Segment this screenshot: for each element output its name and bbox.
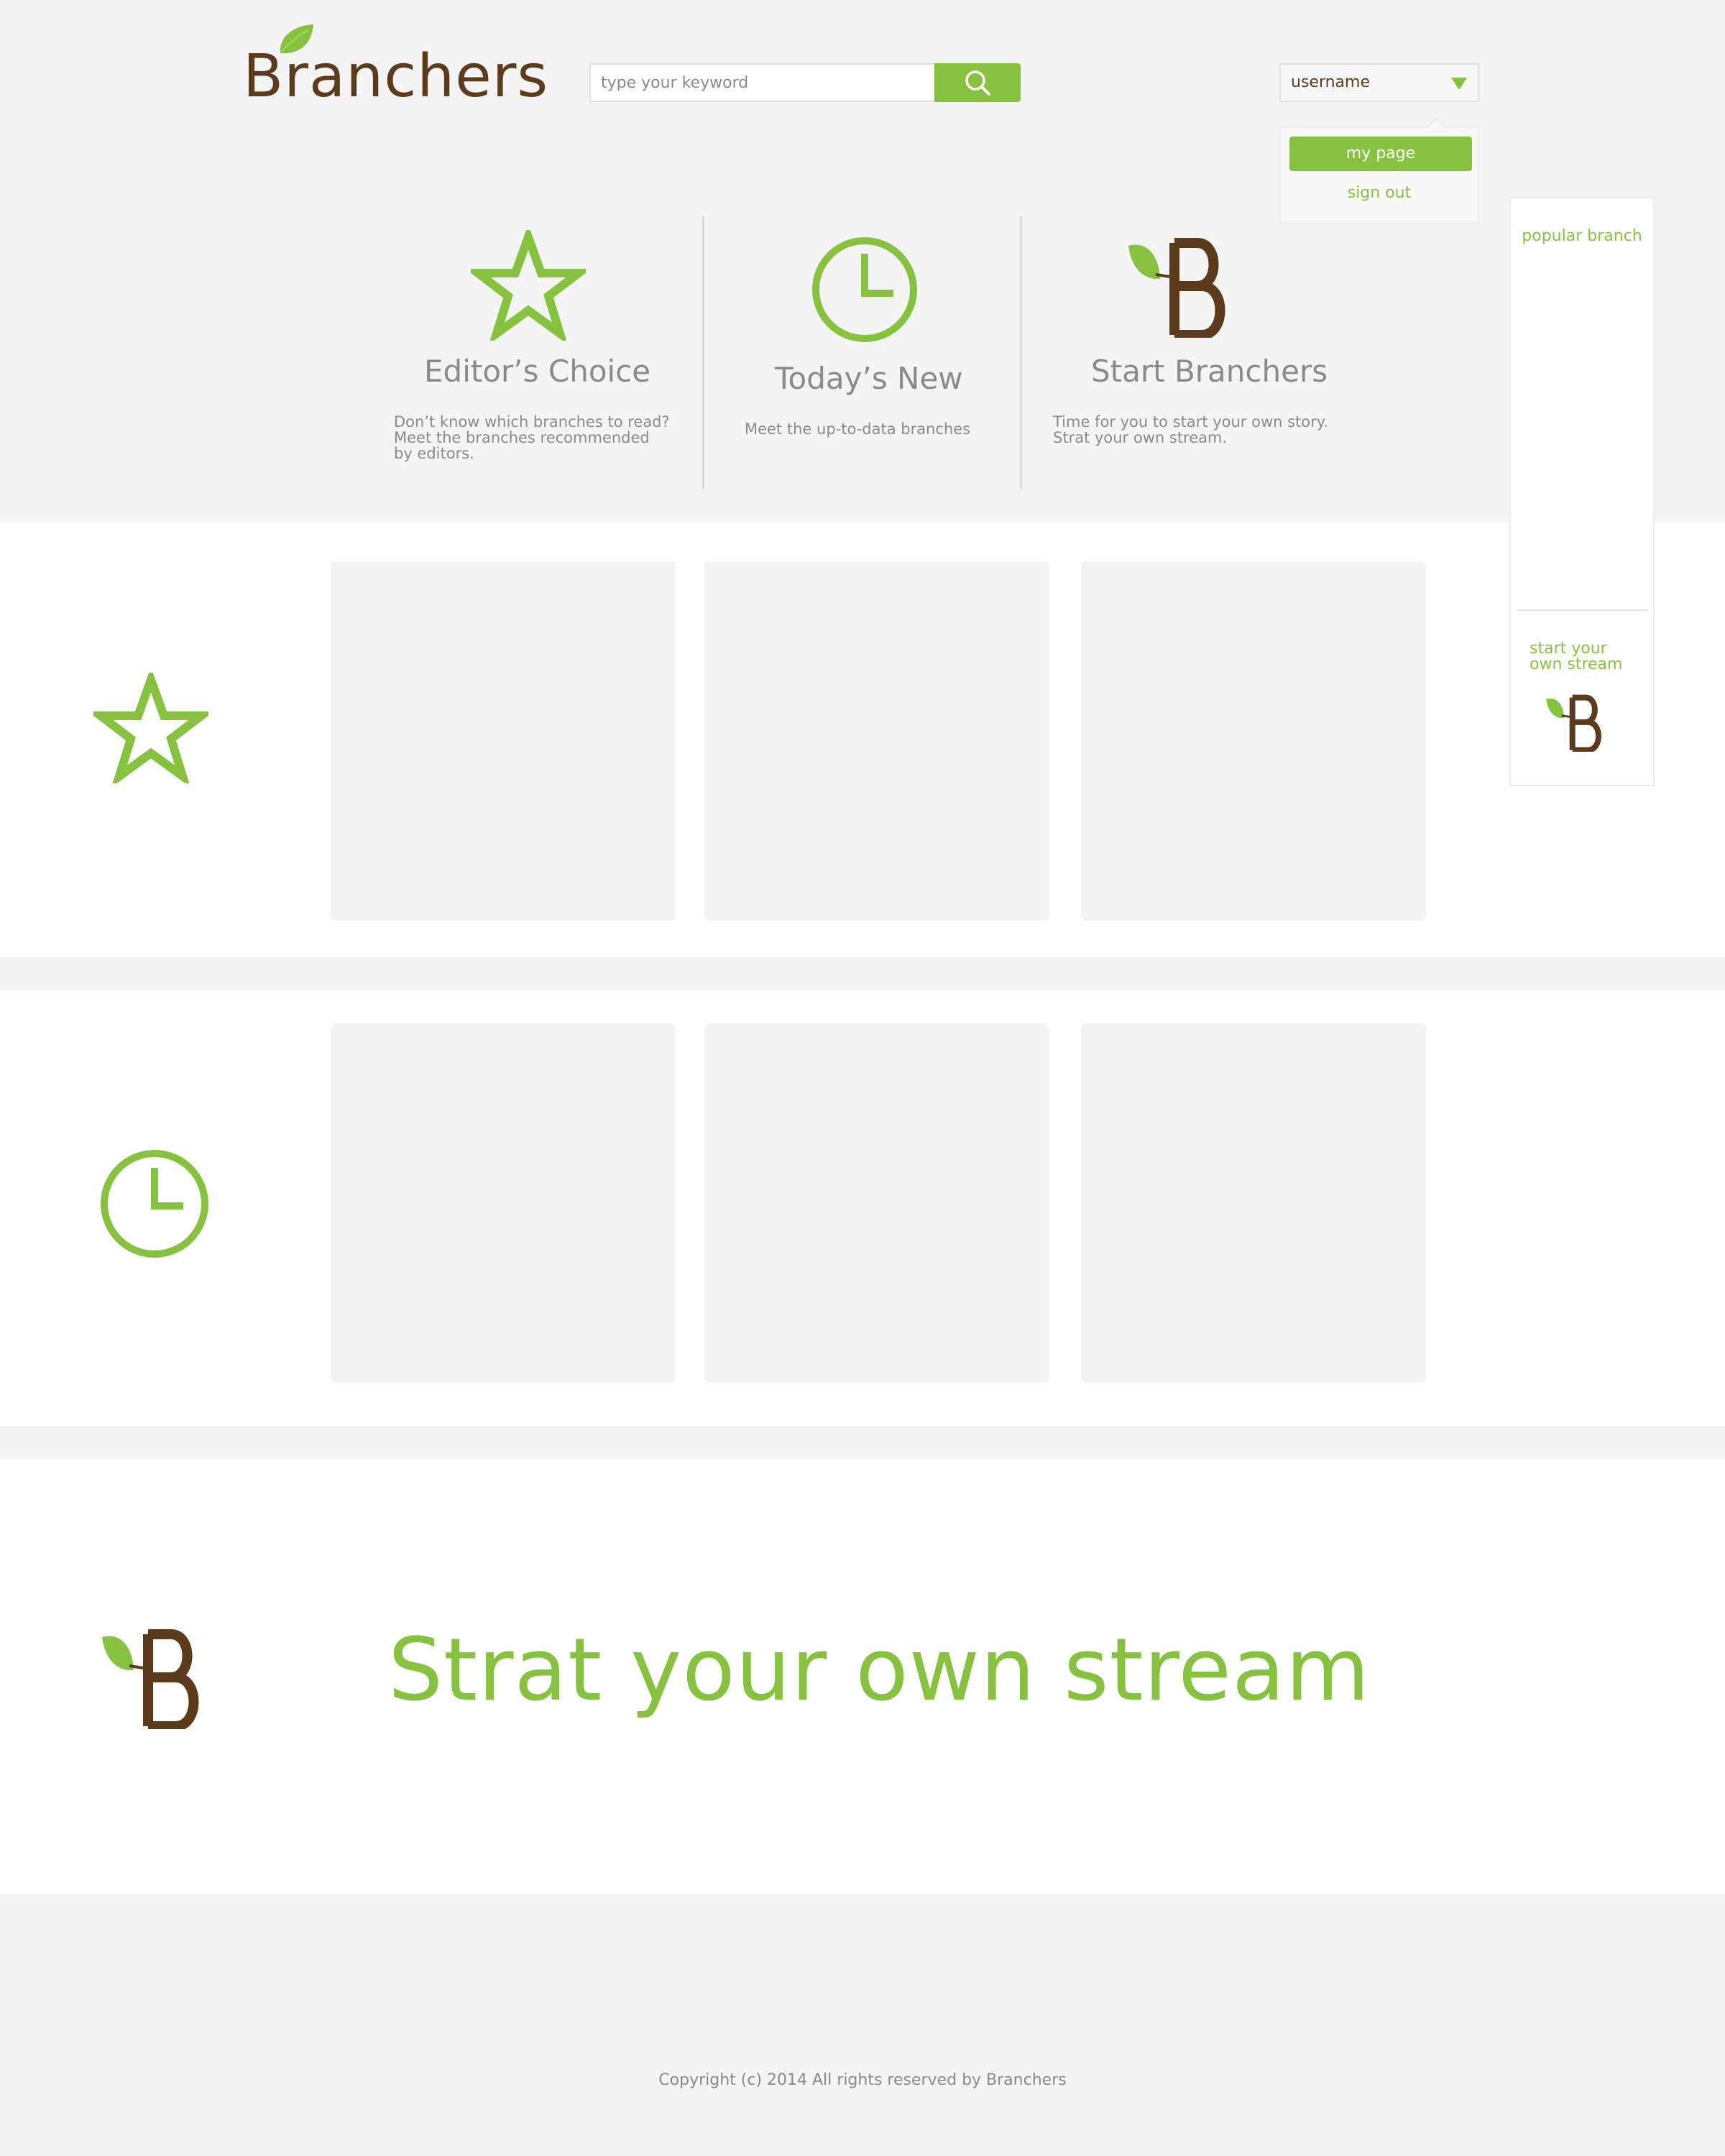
user-dropdown[interactable]: username <box>1279 63 1479 102</box>
feature-desc: Don’t know which branches to read? Meet … <box>394 413 670 462</box>
sidebar-title: popular branch <box>1522 227 1642 245</box>
branch-card[interactable] <box>331 561 676 921</box>
feature-editors-choice[interactable]: Editor’s Choice Don’t know which branche… <box>388 216 690 489</box>
branch-card[interactable] <box>1081 561 1426 921</box>
logo-text: Branchers <box>243 42 549 111</box>
feature-desc: Meet the up-to-data branches <box>745 420 971 438</box>
branch-card[interactable] <box>704 1023 1049 1383</box>
divider <box>702 216 704 489</box>
feature-start-branchers[interactable]: Start Branchers Time for you to start yo… <box>1035 216 1366 489</box>
feature-todays-new[interactable]: Today’s New Meet the up-to-data branches <box>712 216 1021 489</box>
divider <box>1020 216 1022 489</box>
chevron-down-icon <box>1451 78 1467 90</box>
username-label: username <box>1291 73 1370 91</box>
my-page-button[interactable]: my page <box>1289 137 1472 171</box>
feature-title: Editor’s Choice <box>424 354 651 389</box>
feature-desc: Time for you to start your own story. St… <box>1053 413 1328 446</box>
branch-card[interactable] <box>704 561 1049 921</box>
editors-choice-section <box>0 522 1725 957</box>
clock-icon <box>101 1150 208 1258</box>
start-stream-link[interactable]: Strat your own stream <box>388 1621 1371 1720</box>
branchers-logo[interactable]: Branchers <box>243 22 548 108</box>
search-bar <box>589 63 1021 102</box>
star-icon <box>93 673 208 783</box>
user-menu: my page sign out <box>1279 118 1479 224</box>
todays-new-section <box>0 990 1725 1426</box>
sign-out-link[interactable]: sign out <box>1281 184 1478 202</box>
search-input[interactable] <box>589 63 937 102</box>
search-button[interactable] <box>934 63 1021 102</box>
sidebar-start-stream-link[interactable]: start your own stream <box>1530 641 1623 673</box>
branchers-b-icon[interactable] <box>1545 694 1603 752</box>
feature-title: Today’s New <box>775 361 963 396</box>
search-icon <box>965 70 990 96</box>
star-icon <box>471 230 586 341</box>
clock-icon <box>812 237 917 342</box>
sidebar-divider <box>1517 609 1647 611</box>
footer-copyright: Copyright (c) 2014 All rights reserved b… <box>658 2071 1067 2089</box>
branchers-b-icon <box>102 1629 199 1729</box>
branch-card[interactable] <box>1081 1023 1426 1383</box>
branch-card[interactable] <box>331 1023 676 1383</box>
menu-pointer <box>1426 118 1446 129</box>
feature-title: Start Branchers <box>1091 354 1328 389</box>
popular-branch-sidebar: popular branch start your own stream <box>1509 197 1655 786</box>
branchers-b-icon <box>1128 238 1225 338</box>
